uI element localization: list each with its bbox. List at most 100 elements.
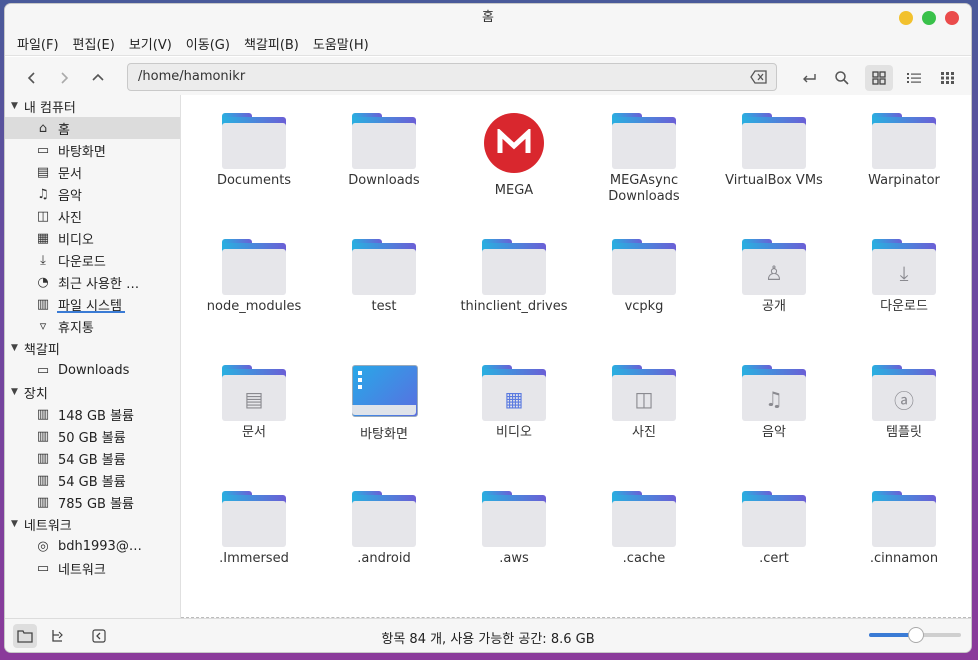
sidebar-item[interactable]: ▥ 148 GB 볼륨 [5,403,180,425]
sidebar-item[interactable]: ▭ 바탕화면 [5,139,180,161]
folder-icon [482,239,546,295]
file-item[interactable]: .aws [449,491,579,567]
folder-icon [872,491,936,547]
folder-icon [612,491,676,547]
zoom-slider-handle[interactable] [908,627,924,643]
file-item[interactable]: MEGAsync Downloads [579,113,709,205]
folder-icon: ♫ [742,365,806,421]
sidebar-section-header[interactable]: ▼ 장치 [5,381,180,403]
drive-icon: ▥ [36,494,50,510]
sidebar-item[interactable]: ▭ 네트워크 [5,557,180,579]
clear-icon[interactable] [750,70,768,84]
menu-go[interactable]: 이동(G) [186,34,230,53]
folder-icon [222,491,286,547]
folder-icon [222,113,286,169]
file-item[interactable]: vcpkg [579,239,709,315]
sidebar-item[interactable]: ▥ 54 GB 볼륨 [5,469,180,491]
file-item[interactable]: ▦ 비디오 [449,365,579,441]
file-item[interactable]: ♫ 음악 [709,365,839,441]
sidebar-item[interactable]: ▿ 휴지통 [5,315,180,337]
file-item[interactable]: ⤓ 다운로드 [839,239,969,315]
menu-file[interactable]: 파일(F) [17,34,59,53]
sidebar-item[interactable]: ⤓ 다운로드 [5,249,180,271]
file-item[interactable]: .Immersed [189,491,319,567]
file-name: .aws [499,551,529,566]
file-view: Documents Downloads MEGA MEGAsync Downloads… [181,95,971,618]
file-name: vcpkg [624,299,664,314]
file-name: test [371,299,397,314]
file-item[interactable]: .cache [579,491,709,567]
menu-view[interactable]: 보기(V) [129,34,172,53]
file-name: .cert [759,551,789,566]
mega-icon [484,113,544,173]
back-button[interactable] [21,67,43,89]
sidebar-item[interactable]: ▦ 비디오 [5,227,180,249]
file-item[interactable]: MEGA [449,113,579,199]
file-item[interactable]: ⓐ 템플릿 [839,365,969,441]
file-name: .android [357,551,411,566]
list-view-button[interactable] [903,67,925,89]
compact-view-button[interactable] [937,67,959,89]
file-item[interactable]: ♙ 공개 [709,239,839,315]
search-button[interactable] [831,67,853,89]
close-button[interactable] [945,11,959,25]
file-item[interactable]: .android [319,491,449,567]
sidebar-item[interactable]: ◔ 최근 사용한 … [5,271,180,293]
sidebar-section-header[interactable]: ▼ 네트워크 [5,513,180,535]
file-item[interactable]: thinclient_drives [449,239,579,315]
folder-icon: ◫ [612,365,676,421]
sidebar-item[interactable]: ▥ 50 GB 볼륨 [5,425,180,447]
folder-icon [352,491,416,547]
zoom-slider[interactable] [869,627,961,643]
sidebar-item[interactable]: ▭ Downloads [5,359,180,381]
sidebar-item[interactable]: ▥ 파일 시스템 [5,293,180,315]
file-item[interactable]: Documents [189,113,319,189]
sidebar-item[interactable]: ♫ 음악 [5,183,180,205]
recent-icon: ◔ [37,274,49,290]
chevron-up-icon [92,73,104,81]
menu-bookmarks[interactable]: 책갈피(B) [244,34,299,53]
file-item[interactable]: .cert [709,491,839,567]
file-item[interactable]: node_modules [189,239,319,315]
file-item[interactable]: test [319,239,449,315]
status-text: 항목 84 개, 사용 가능한 공간: 8.6 GB [381,632,595,647]
forward-button[interactable] [53,67,75,89]
sidebar-item[interactable]: ⌂ 홈 [5,117,180,139]
sidebar-section-header[interactable]: ▼ 책갈피 [5,337,180,359]
expander-icon: ▼ [11,519,18,529]
sidebar-item[interactable]: ▤ 문서 [5,161,180,183]
icon-view-button[interactable] [865,65,893,91]
video-icon: ▦ [36,230,50,246]
file-item[interactable]: ▤ 문서 [189,365,319,441]
up-button[interactable] [87,67,109,89]
sidebar-item[interactable]: ▥ 54 GB 볼륨 [5,447,180,469]
menu-edit[interactable]: 편집(E) [73,34,115,53]
menu-help[interactable]: 도움말(H) [313,34,369,53]
sidebar-item-label: 음악 [58,188,82,204]
sidebar-item[interactable]: ◫ 사진 [5,205,180,227]
file-item[interactable]: ◫ 사진 [579,365,709,441]
folder-icon [742,491,806,547]
file-item[interactable]: .cinnamon [839,491,969,567]
file-item[interactable]: Warpinator [839,113,969,189]
file-name: 바탕화면 [360,427,408,442]
sidebar-item[interactable]: ◎ bdh1993@… [5,535,180,557]
file-item[interactable]: Downloads [319,113,449,189]
sidebar-item-label: 54 GB 볼륨 [58,474,126,490]
file-name: .cache [622,551,666,566]
file-name: .Immersed [219,551,289,566]
file-name: 다운로드 [880,299,928,314]
maximize-button[interactable] [922,11,936,25]
minimize-button[interactable] [899,11,913,25]
file-item[interactable]: 바탕화면 [319,365,449,443]
sidebar-item[interactable]: ▥ 785 GB 볼륨 [5,491,180,513]
file-item[interactable]: VirtualBox VMs [709,113,839,189]
location-input[interactable] [136,68,740,85]
search-icon [835,71,849,85]
grid-icon [872,71,886,85]
sidebar-item-label: bdh1993@… [58,538,142,554]
sidebar-item-label: 문서 [58,166,82,182]
sidebar-section-header[interactable]: ▼ 내 컴퓨터 [5,95,180,117]
film-icon: ▦ [504,387,524,411]
toggle-location-button[interactable] [797,67,819,89]
